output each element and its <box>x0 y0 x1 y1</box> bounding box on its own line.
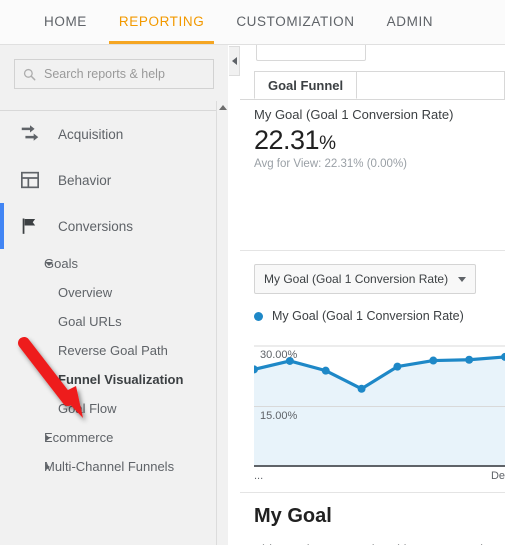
y-axis-tick-label: 15.00% <box>260 409 298 422</box>
conversion-rate-line-chart: 30.00% 15.00% <box>254 332 505 467</box>
sidebar-nav-scroll-region: Real-Time Acquisition <box>0 101 216 545</box>
metric-subtext: Avg for View: 22.31% (0.00%) <box>254 158 407 171</box>
metric-summary: My Goal (Goal 1 Conversion Rate) 22.31% … <box>254 107 499 170</box>
sidebar-scrollbar[interactable] <box>216 101 228 545</box>
nav-tab-home[interactable]: HOME <box>28 0 103 44</box>
goal-select-value: My Goal (Goal 1 Conversion Rate) <box>264 272 449 286</box>
nav-tab-admin[interactable]: ADMIN <box>371 0 450 44</box>
date-range-control-partial[interactable] <box>256 45 366 61</box>
chart-baseline <box>254 465 505 467</box>
search-input[interactable] <box>44 67 205 81</box>
tab-strip-filler <box>343 71 505 99</box>
goal-select-dropdown[interactable]: My Goal (Goal 1 Conversion Rate) <box>254 264 477 294</box>
sidebar-subitem-reverse-goal-path-label: Reverse Goal Path <box>58 343 168 358</box>
metric-value-suffix: % <box>319 133 336 154</box>
sidebar-subitem-overview[interactable]: Overview <box>0 278 216 307</box>
chevron-right-icon <box>46 463 50 470</box>
sidebar-subitem-ecommerce-label: Ecommerce <box>44 430 114 445</box>
chart-data-point[interactable] <box>429 356 438 365</box>
y-axis-tick-label: 30.00% <box>260 349 298 362</box>
goal-summary-title: My Goal <box>254 505 332 527</box>
sidebar-item-acquisition-label: Acquisition <box>58 126 124 142</box>
sidebar-subitem-multi-channel-funnels-label: Multi-Channel Funnels <box>44 459 175 474</box>
goal-summary-section: My Goal This Goal was completed in 3,225… <box>254 505 504 545</box>
arrows-icon <box>18 122 42 146</box>
chevron-down-icon <box>458 276 467 282</box>
chevron-left-icon <box>231 57 237 65</box>
search-box[interactable] <box>14 59 214 89</box>
tab-goal-funnel[interactable]: Goal Funnel <box>254 71 358 99</box>
sidebar: Real-Time Acquisition <box>0 45 228 545</box>
sidebar-subitem-goal-flow[interactable]: Goal Flow <box>0 394 216 423</box>
divider-above-select <box>240 250 505 251</box>
chart-data-point[interactable] <box>321 366 330 375</box>
chevron-down-icon <box>45 261 53 266</box>
divider-above-goal-summary <box>240 492 505 493</box>
x-axis-labels: ... De <box>254 470 505 484</box>
layout-icon <box>18 168 42 192</box>
sidebar-item-behavior-label: Behavior <box>58 172 112 188</box>
sidebar-subitem-reverse-goal-path[interactable]: Reverse Goal Path <box>0 336 216 365</box>
scroll-up-arrow-icon[interactable] <box>219 105 227 110</box>
metric-value-container: 22.31% <box>254 126 499 154</box>
chart-data-point[interactable] <box>393 362 402 371</box>
sidebar-item-real-time[interactable]: Real-Time <box>0 101 216 109</box>
search-icon <box>23 68 36 80</box>
sidebar-collapse-handle[interactable] <box>229 46 240 76</box>
chart-legend: My Goal (Goal 1 Conversion Rate) <box>254 309 464 323</box>
sidebar-subitem-goal-urls[interactable]: Goal URLs <box>0 307 216 336</box>
sidebar-subitem-goal-flow-label: Goal Flow <box>58 401 117 416</box>
x-axis-tick-label-left: ... <box>254 470 264 482</box>
chart-data-point[interactable] <box>465 355 474 364</box>
sidebar-item-conversions[interactable]: Conversions <box>0 203 216 249</box>
sidebar-item-conversions-label: Conversions <box>58 218 134 234</box>
metric-value: 22.31 <box>254 125 320 155</box>
flag-icon <box>18 214 42 238</box>
metric-label: My Goal (Goal 1 Conversion Rate) <box>254 107 454 122</box>
legend-label: My Goal (Goal 1 Conversion Rate) <box>272 309 464 323</box>
sidebar-subitem-goals[interactable]: Goals <box>0 249 216 278</box>
sidebar-search-container <box>0 45 228 89</box>
sidebar-subitem-ecommerce[interactable]: Ecommerce <box>0 423 216 452</box>
sidebar-item-behavior[interactable]: Behavior <box>0 157 216 203</box>
nav-tab-customization[interactable]: CUSTOMIZATION <box>220 0 370 44</box>
sidebar-subitem-overview-label: Overview <box>58 285 113 300</box>
x-axis-tick-label-right: De <box>490 470 505 482</box>
sidebar-subitem-goal-urls-label: Goal URLs <box>58 314 122 329</box>
sidebar-subitem-multi-channel-funnels[interactable]: Multi-Channel Funnels <box>0 452 216 481</box>
legend-color-swatch <box>254 311 263 321</box>
chart-data-point[interactable] <box>357 384 366 393</box>
sidebar-subitem-funnel-visualization-label: Funnel Visualization <box>58 372 184 387</box>
chevron-right-icon <box>46 434 50 441</box>
top-navigation-items: HOME REPORTING CUSTOMIZATION ADMIN <box>0 0 505 44</box>
sidebar-nav-list: Real-Time Acquisition <box>0 101 216 481</box>
sidebar-subitem-funnel-visualization[interactable]: Funnel Visualization <box>0 365 216 394</box>
top-navigation-bar: HOME REPORTING CUSTOMIZATION ADMIN <box>0 0 505 45</box>
main-content-panel: Goal Funnel My Goal (Goal 1 Conversion R… <box>240 45 505 545</box>
nav-tab-reporting[interactable]: REPORTING <box>103 0 220 44</box>
tab-strip: Goal Funnel <box>240 71 505 100</box>
sidebar-item-acquisition[interactable]: Acquisition <box>0 111 216 157</box>
